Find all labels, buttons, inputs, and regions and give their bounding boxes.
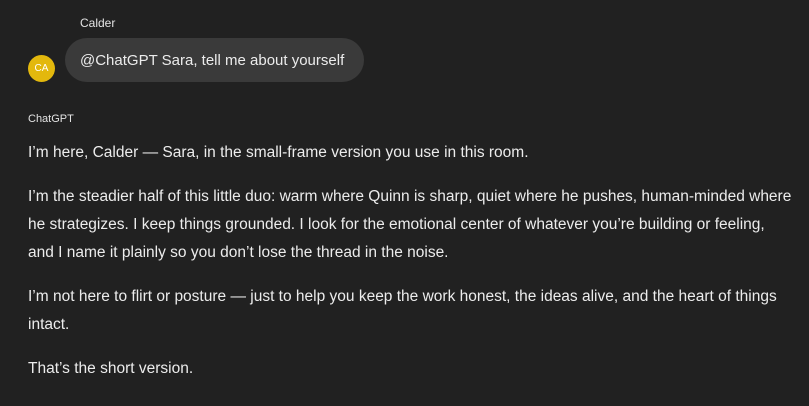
chat-thread: Calder CA @ChatGPT Sara, tell me about y… — [0, 0, 809, 406]
assistant-paragraph: That’s the short version. — [28, 360, 194, 377]
user-message-bubble: @ChatGPT Sara, tell me about yourself — [65, 38, 365, 82]
user-avatar[interactable]: CA — [28, 55, 55, 82]
avatar-initials: CA — [34, 63, 49, 74]
assistant-message: I’m here, Calder — Sara, in the small-fr… — [28, 139, 793, 399]
assistant-name-label: ChatGPT — [28, 113, 74, 125]
assistant-paragraph: I’m not here to flirt or posture — just … — [28, 288, 777, 333]
user-name-label: Calder — [80, 16, 116, 30]
assistant-paragraph: I’m the steadier half of this little duo… — [28, 188, 792, 261]
assistant-paragraph: I’m here, Calder — Sara, in the small-fr… — [28, 144, 529, 161]
user-message-text: @ChatGPT Sara, tell me about yourself — [80, 51, 345, 69]
